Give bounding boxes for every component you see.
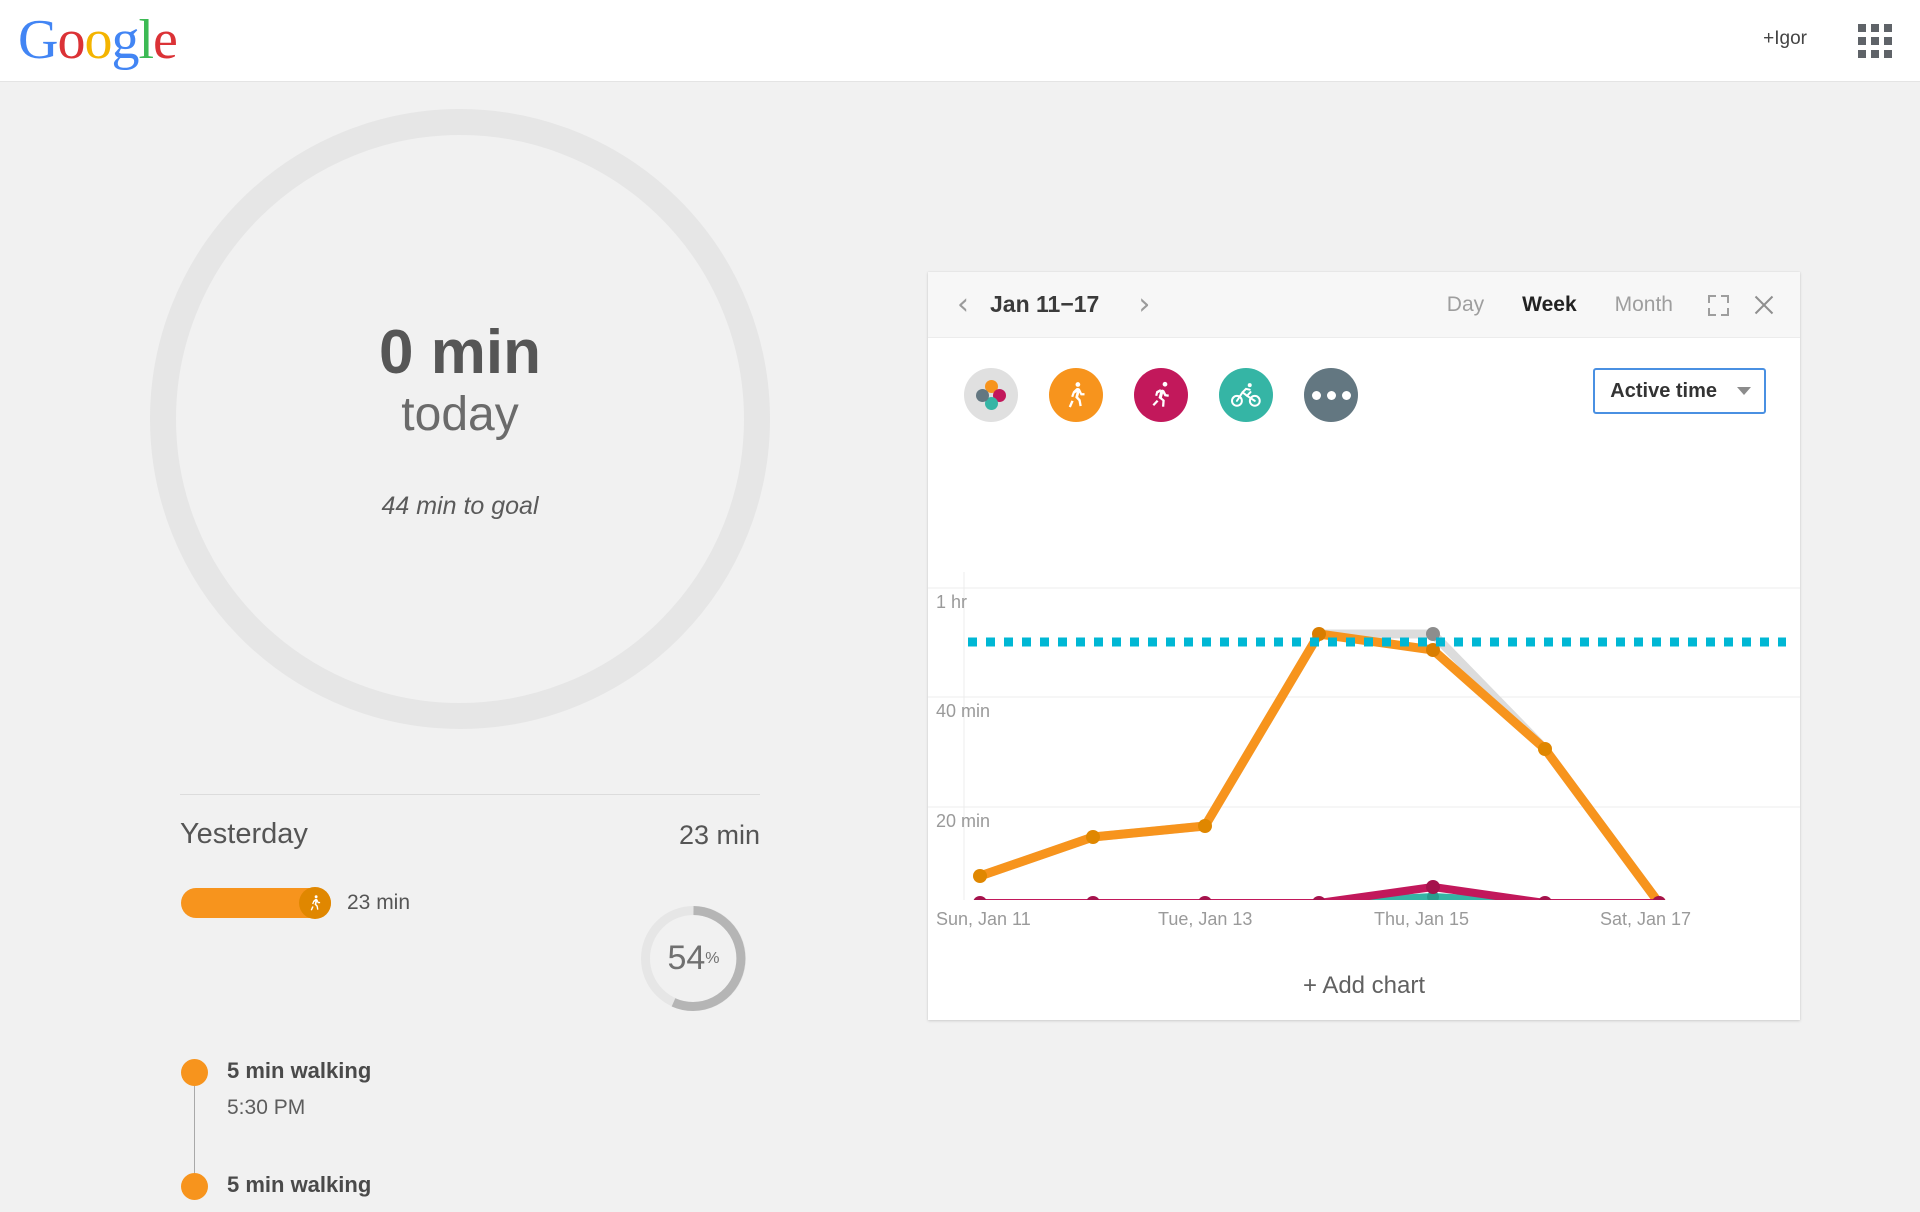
- yesterday-total: 23 min: [678, 820, 760, 850]
- yesterday-header: Yesterday 23 min: [180, 818, 760, 858]
- account-link[interactable]: +Igor: [1763, 28, 1807, 50]
- add-chart-button[interactable]: + Add chart: [928, 972, 1800, 1000]
- filter-walking[interactable]: [1049, 368, 1103, 422]
- walking-bar-fill: [181, 887, 331, 919]
- close-icon[interactable]: [1744, 285, 1784, 325]
- apps-grid-icon[interactable]: [1858, 24, 1892, 58]
- cycling-icon: [1230, 379, 1262, 411]
- today-summary: 0 min today 44 min to goal: [150, 109, 770, 729]
- activity-timeline: 5 min walking 5:30 PM 5 min walking: [181, 1055, 741, 1201]
- filter-more[interactable]: [1304, 368, 1358, 422]
- activity-dot-icon: [181, 1173, 208, 1200]
- list-item[interactable]: 5 min walking 5:30 PM: [181, 1055, 741, 1177]
- x-tick-sat: Sat, Jan 17: [1600, 909, 1692, 929]
- walking-icon: [1061, 380, 1091, 410]
- tab-month[interactable]: Month: [1596, 293, 1692, 317]
- goal-percent-value: 54: [667, 939, 706, 977]
- x-tick-sun: Sun, Jan 11: [936, 909, 1031, 929]
- chart-card-header: ‹ Jan 11−17 › Day Week Month: [928, 272, 1800, 338]
- activity-time: 5:30 PM: [227, 1096, 306, 1119]
- yesterday-goal-percent: 54%: [637, 902, 750, 1015]
- filter-all-activities[interactable]: [964, 368, 1018, 422]
- section-divider: [180, 794, 760, 795]
- series-walking: [973, 627, 1666, 900]
- google-logo[interactable]: Google: [18, 9, 178, 71]
- chart-plot: [928, 572, 1800, 900]
- running-icon: [1146, 380, 1176, 410]
- y-tick-1hr: 1 hr: [936, 592, 968, 612]
- more-icon: [1311, 390, 1351, 400]
- multi-dots-icon: [976, 380, 1006, 410]
- today-active-label: today: [401, 387, 519, 441]
- walking-bar-value: 23 min: [347, 891, 411, 914]
- chevron-down-icon: [1737, 387, 1751, 395]
- x-tick-tue: Tue, Jan 13: [1158, 909, 1253, 929]
- y-tick-40min: 40 min: [936, 701, 991, 721]
- top-bar: Google +Igor: [0, 0, 1920, 82]
- chevron-left-icon[interactable]: ‹: [946, 287, 980, 322]
- y-tick-20min: 20 min: [936, 811, 991, 831]
- filter-cycling[interactable]: [1219, 368, 1273, 422]
- list-item[interactable]: 5 min walking: [181, 1169, 741, 1201]
- x-tick-thu: Thu, Jan 15: [1374, 909, 1470, 929]
- tab-week[interactable]: Week: [1503, 293, 1595, 317]
- series-running: [973, 880, 1666, 900]
- filter-running[interactable]: [1134, 368, 1188, 422]
- activity-title: 5 min walking: [227, 1058, 372, 1083]
- timeline-connector: [194, 1086, 195, 1177]
- tab-day[interactable]: Day: [1428, 293, 1503, 317]
- chart-header-controls: Day Week Month: [1428, 272, 1784, 338]
- chevron-right-icon[interactable]: ›: [1127, 287, 1161, 322]
- activity-filter-row: Active time: [928, 338, 1800, 452]
- today-active-value: 0 min: [379, 317, 541, 387]
- activity-dot-icon: [181, 1059, 208, 1086]
- expand-icon[interactable]: [1698, 285, 1738, 325]
- today-goal-note: 44 min to goal: [381, 491, 539, 520]
- goal-percent-unit: %: [705, 949, 720, 967]
- yesterday-walking-bar: 23 min: [181, 887, 411, 919]
- date-range-label: Jan 11−17: [990, 291, 1100, 317]
- timeline-spacer: [181, 1120, 741, 1169]
- metric-dropdown[interactable]: Active time: [1593, 368, 1766, 414]
- walking-icon: [299, 887, 331, 919]
- chart-card: ‹ Jan 11−17 › Day Week Month Active time…: [928, 272, 1800, 1020]
- metric-dropdown-label: Active time: [1610, 379, 1717, 402]
- yesterday-title: Yesterday: [180, 818, 308, 850]
- activity-title: 5 min walking: [227, 1172, 372, 1197]
- active-time-chart: 1 hr 40 min 20 min Sun, Jan 11 Tue, Jan …: [928, 452, 1800, 929]
